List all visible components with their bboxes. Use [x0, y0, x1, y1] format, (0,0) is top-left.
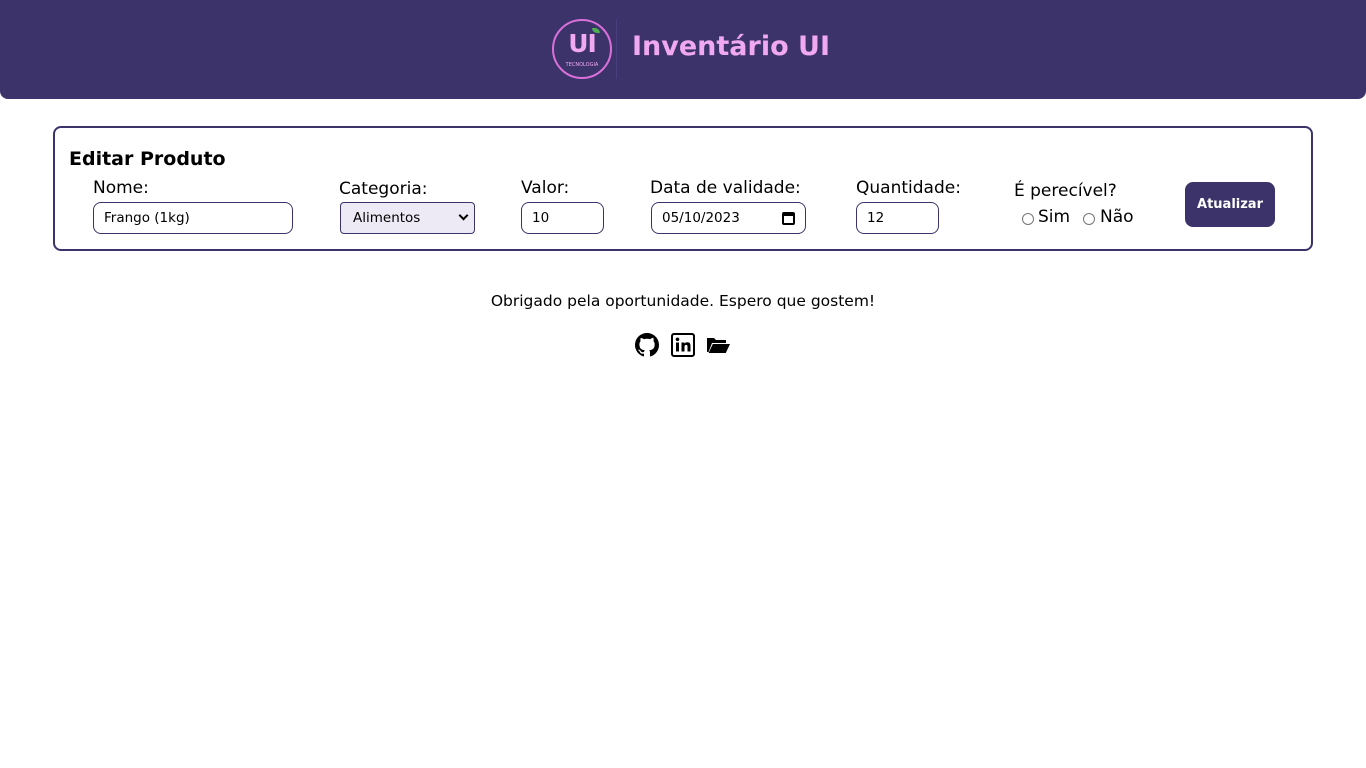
logo-subtext: TECNOLOGIA: [565, 62, 599, 68]
perishable-yes-label: Sim: [1038, 207, 1071, 227]
top-header: UI TECNOLOGIA Inventário UI: [0, 0, 1366, 99]
category-select[interactable]: Alimentos: [340, 202, 475, 234]
app-title: Inventário UI: [632, 31, 831, 62]
quantity-input[interactable]: 12: [856, 202, 939, 234]
brand-logo: UI TECNOLOGIA: [552, 19, 612, 79]
category-label: Categoria:: [339, 179, 428, 199]
category-selected-value: Alimentos: [353, 210, 421, 226]
github-icon[interactable]: [635, 333, 659, 357]
footer-message: Obrigado pela oportunidade. Espero que g…: [490, 292, 876, 310]
perishable-radio-group: Sim Não: [1020, 207, 1180, 231]
name-label: Nome:: [93, 178, 149, 198]
logo-text: UI: [568, 29, 597, 58]
expiry-date-input[interactable]: 05/10/2023: [651, 202, 806, 234]
chevron-down-icon: [458, 210, 469, 221]
expiry-label: Data de validade:: [650, 178, 801, 198]
name-input[interactable]: Frango (1kg): [93, 202, 293, 234]
perishable-no-radio[interactable]: [1083, 213, 1095, 225]
linkedin-icon[interactable]: [671, 333, 695, 357]
quantity-label: Quantidade:: [856, 178, 961, 198]
perishable-no-label: Não: [1100, 207, 1134, 227]
form-title: Editar Produto: [69, 148, 226, 170]
price-input[interactable]: 10: [521, 202, 604, 234]
price-label: Valor:: [521, 178, 570, 198]
perishable-yes-radio[interactable]: [1022, 213, 1034, 225]
update-button[interactable]: Atualizar: [1185, 182, 1275, 227]
folder-open-icon[interactable]: [706, 333, 730, 357]
expiry-date-value: 05/10/2023: [662, 210, 740, 226]
calendar-icon[interactable]: [782, 212, 795, 225]
edit-product-form: Editar Produto Nome: Frango (1kg) Catego…: [53, 126, 1313, 251]
header-divider: [616, 19, 617, 79]
perishable-label: É perecível?: [1014, 181, 1117, 201]
